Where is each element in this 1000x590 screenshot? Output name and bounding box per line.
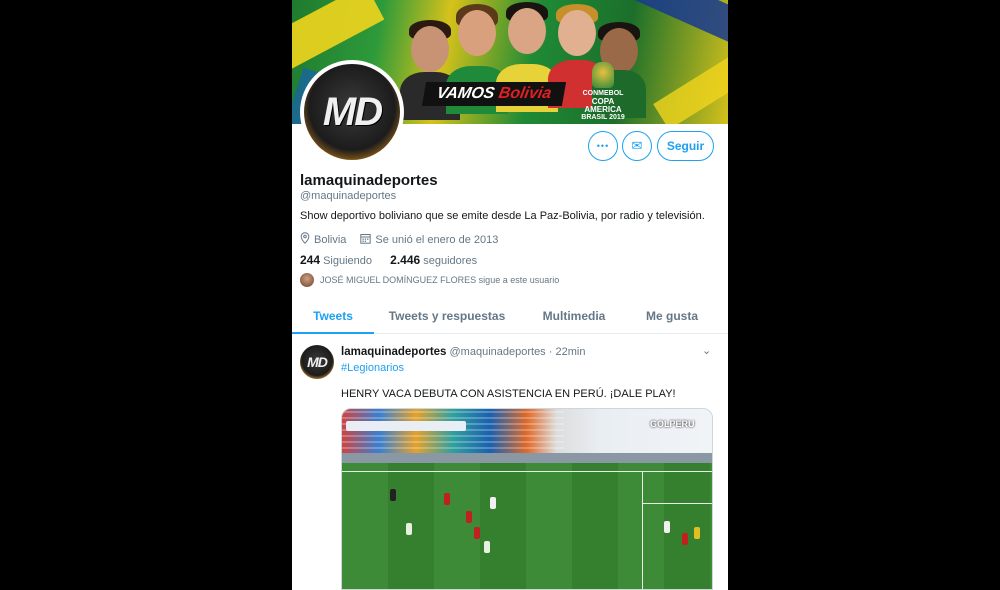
video-broadcaster-logo: GOLPERU — [650, 419, 695, 429]
player-marker — [390, 489, 396, 501]
tweet-header: lamaquinadeportes @maquinadeportes · 22m… — [341, 346, 585, 358]
tweet-text: HENRY VACA DEBUTA CON ASISTENCIA EN PERÚ… — [341, 388, 676, 400]
player-marker — [474, 527, 480, 539]
tab-media[interactable]: Multimedia — [528, 300, 620, 334]
video-scoreboard — [346, 421, 466, 431]
display-name: lamaquinadeportes — [300, 172, 438, 189]
followers-label: seguidores — [423, 255, 478, 267]
trophy-icon — [592, 62, 614, 88]
tweet-hashtag[interactable]: #Legionarios — [341, 362, 404, 374]
profile-meta: Bolivia Se unió el enero de 2013 — [300, 232, 498, 247]
banner-slogan: VAMOS Bolivia — [421, 82, 567, 106]
profile-bio: Show deportivo boliviano que se emite de… — [300, 210, 705, 222]
copa-america-logo: CONMEBOL COPA AMERICA BRASIL 2019 — [574, 62, 632, 124]
player-marker — [682, 533, 688, 545]
tab-tweets[interactable]: Tweets — [292, 300, 374, 334]
more-options-button[interactable]: ••• — [588, 131, 618, 161]
more-icon: ••• — [596, 141, 610, 151]
tweet-author-handle[interactable]: @maquinadeportes — [450, 346, 546, 358]
profile-avatar[interactable]: MD — [300, 60, 404, 164]
follow-counts: 244 Siguiendo 2.446 seguidores — [300, 253, 477, 267]
tweet-separator: · — [548, 346, 553, 358]
profile-handle: @maquinadeportes — [300, 190, 397, 202]
profile-joined-date: Se unió el enero de 2013 — [375, 233, 499, 246]
followers-link[interactable]: 2.446 seguidores — [390, 253, 478, 267]
tweet-video[interactable]: GOLPERU — [341, 408, 713, 590]
tab-tweets-and-replies[interactable]: Tweets y respuestas — [382, 300, 512, 334]
follower-avatar — [300, 273, 314, 287]
followers-count: 2.446 — [390, 253, 421, 267]
avatar-logo: MD — [322, 89, 383, 134]
location-pin-icon — [300, 232, 310, 247]
player-marker — [406, 523, 412, 535]
following-link[interactable]: 244 Siguiendo — [300, 253, 375, 267]
message-button[interactable]: ✉ — [622, 131, 652, 161]
player-marker — [466, 511, 472, 523]
player-marker — [444, 493, 450, 505]
profile-panel: VAMOS Bolivia CONMEBOL COPA AMERICA BRAS… — [292, 0, 728, 590]
followed-by-text: JOSÉ MIGUEL DOMÍNGUEZ FLORES sigue a est… — [320, 275, 560, 285]
player-marker — [664, 521, 670, 533]
player-marker — [484, 541, 490, 553]
profile-location: Bolivia — [314, 233, 347, 246]
chevron-down-icon[interactable]: ⌄ — [702, 344, 711, 357]
follow-button[interactable]: Seguir — [657, 131, 714, 161]
tweet-timestamp[interactable]: 22min — [555, 346, 585, 358]
profile-tabs: Tweets Tweets y respuestas Multimedia Me… — [292, 300, 728, 334]
calendar-icon — [360, 233, 372, 247]
tweet-author-avatar[interactable]: MD — [300, 345, 334, 379]
player-marker — [490, 497, 496, 509]
envelope-icon: ✉ — [631, 138, 643, 153]
player-marker — [694, 527, 700, 539]
following-count: 244 — [300, 253, 321, 267]
followed-by[interactable]: JOSÉ MIGUEL DOMÍNGUEZ FLORES sigue a est… — [300, 273, 559, 287]
video-pitch — [342, 463, 712, 589]
following-label: Siguiendo — [323, 255, 373, 267]
tab-likes[interactable]: Me gusta — [632, 300, 712, 334]
tweet-author-name[interactable]: lamaquinadeportes — [341, 346, 446, 358]
